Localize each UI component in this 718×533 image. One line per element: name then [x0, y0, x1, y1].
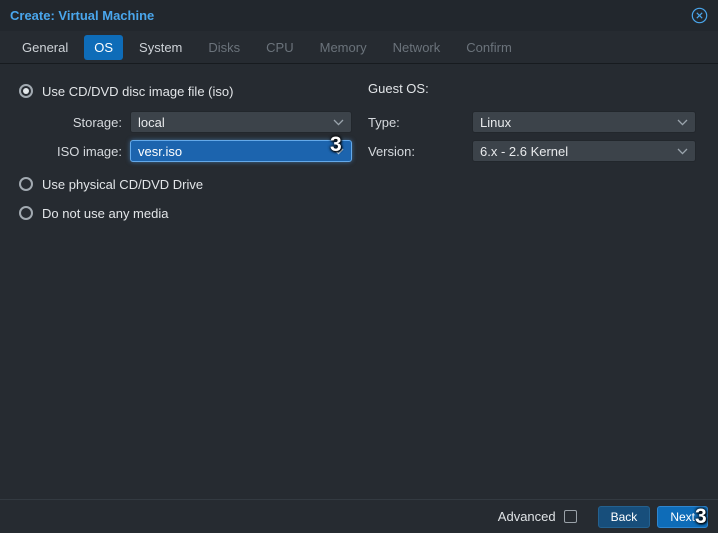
iso-image-value: vesr.iso	[138, 144, 182, 159]
iso-image-label: ISO image:	[16, 144, 130, 159]
os-type-value: Linux	[480, 115, 511, 130]
radio-selected-icon	[19, 84, 33, 98]
storage-label: Storage:	[16, 115, 130, 130]
footer-bar: Advanced Back Next	[0, 499, 718, 533]
os-version-label: Version:	[368, 144, 472, 159]
tab-disks: Disks	[198, 35, 250, 60]
os-version-value: 6.x - 2.6 Kernel	[480, 144, 568, 159]
tab-bar: General OS System Disks CPU Memory Netwo…	[0, 31, 718, 64]
radio-unselected-icon	[19, 206, 33, 220]
radio-no-media-label: Do not use any media	[42, 206, 168, 221]
radio-use-physical[interactable]: Use physical CD/DVD Drive	[19, 174, 352, 194]
chevron-down-icon	[333, 119, 344, 126]
next-button[interactable]: Next	[657, 506, 708, 528]
radio-use-iso[interactable]: Use CD/DVD disc image file (iso)	[19, 81, 352, 101]
storage-field-row: Storage: local	[16, 110, 352, 134]
close-icon[interactable]	[690, 7, 708, 25]
tab-general[interactable]: General	[12, 35, 78, 60]
iso-image-field-row: ISO image: vesr.iso	[16, 139, 352, 163]
radio-unselected-icon	[19, 177, 33, 191]
advanced-label: Advanced	[498, 509, 556, 524]
os-type-field-row: Type: Linux	[368, 110, 702, 134]
chevron-down-icon	[677, 119, 688, 126]
dialog-title: Create: Virtual Machine	[10, 8, 154, 23]
storage-value: local	[138, 115, 165, 130]
tab-memory: Memory	[310, 35, 377, 60]
media-column: Use CD/DVD disc image file (iso) Storage…	[16, 64, 352, 223]
radio-use-iso-label: Use CD/DVD disc image file (iso)	[42, 84, 233, 99]
titlebar: Create: Virtual Machine	[0, 0, 718, 31]
storage-select[interactable]: local	[130, 111, 352, 133]
radio-no-media[interactable]: Do not use any media	[19, 203, 352, 223]
os-version-select[interactable]: 6.x - 2.6 Kernel	[472, 140, 696, 162]
tab-cpu: CPU	[256, 35, 303, 60]
tab-system[interactable]: System	[129, 35, 192, 60]
os-tab-panel: Use CD/DVD disc image file (iso) Storage…	[0, 64, 718, 499]
advanced-checkbox[interactable]	[564, 510, 577, 523]
radio-use-physical-label: Use physical CD/DVD Drive	[42, 177, 203, 192]
os-version-field-row: Version: 6.x - 2.6 Kernel	[368, 139, 702, 163]
iso-image-select[interactable]: vesr.iso	[130, 140, 352, 162]
chevron-down-icon	[677, 148, 688, 155]
os-type-label: Type:	[368, 115, 472, 130]
back-button[interactable]: Back	[598, 506, 651, 528]
tab-os[interactable]: OS	[84, 35, 123, 60]
guest-os-column: Guest OS: Type: Linux Version: 6.x - 2.6…	[368, 64, 702, 163]
tab-confirm: Confirm	[456, 35, 522, 60]
create-vm-dialog: Create: Virtual Machine General OS Syste…	[0, 0, 718, 533]
os-type-select[interactable]: Linux	[472, 111, 696, 133]
tab-network: Network	[383, 35, 451, 60]
guest-os-heading: Guest OS:	[368, 81, 702, 101]
chevron-down-icon	[333, 148, 344, 155]
